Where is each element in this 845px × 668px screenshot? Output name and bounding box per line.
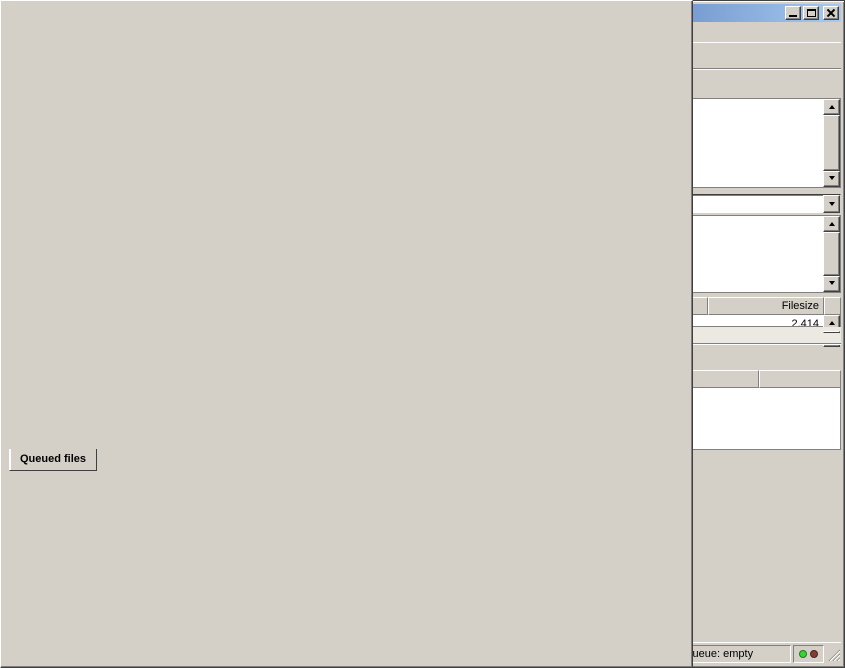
scroll-up-button[interactable] [823, 99, 840, 115]
column-header-filesize[interactable]: Filesize [708, 297, 824, 315]
resize-grip[interactable] [826, 647, 840, 663]
minimize-button[interactable] [785, 6, 801, 20]
remote-list-horizontal-scrollbar[interactable] [426, 327, 841, 343]
scroll-thumb[interactable] [823, 115, 840, 171]
scroll-thumb[interactable] [823, 331, 840, 333]
scroll-thumb[interactable] [0, 0, 693, 668]
activity-led-receive [799, 650, 807, 658]
queue-status-text: Queue: empty [684, 648, 753, 660]
remote-list-scrollbar[interactable] [823, 315, 840, 326]
activity-led-send [810, 650, 818, 658]
scroll-thumb[interactable] [823, 232, 840, 276]
close-button[interactable] [823, 6, 839, 20]
scroll-down-button[interactable] [823, 276, 840, 292]
filezilla-window: Fz john@localhost - FileZilla File Edit … [0, 0, 845, 668]
chevron-down-icon [829, 202, 835, 209]
minimize-icon [789, 15, 797, 17]
column-header-filler [824, 297, 841, 315]
maximize-icon [807, 9, 816, 17]
column-header-filler [759, 370, 841, 388]
remote-tree-scrollbar[interactable] [823, 216, 840, 292]
network-activity-indicator [793, 645, 824, 663]
log-scrollbar[interactable] [823, 99, 840, 187]
scroll-down-button[interactable] [823, 171, 840, 187]
scroll-up-button[interactable] [823, 216, 840, 232]
remote-site-dropdown-button[interactable] [823, 195, 840, 213]
maximize-button[interactable] [803, 6, 819, 20]
remote-pane: Remote site: / / [426, 193, 841, 364]
tab-queued-files[interactable]: Queued files [9, 449, 97, 471]
close-icon [826, 8, 836, 18]
